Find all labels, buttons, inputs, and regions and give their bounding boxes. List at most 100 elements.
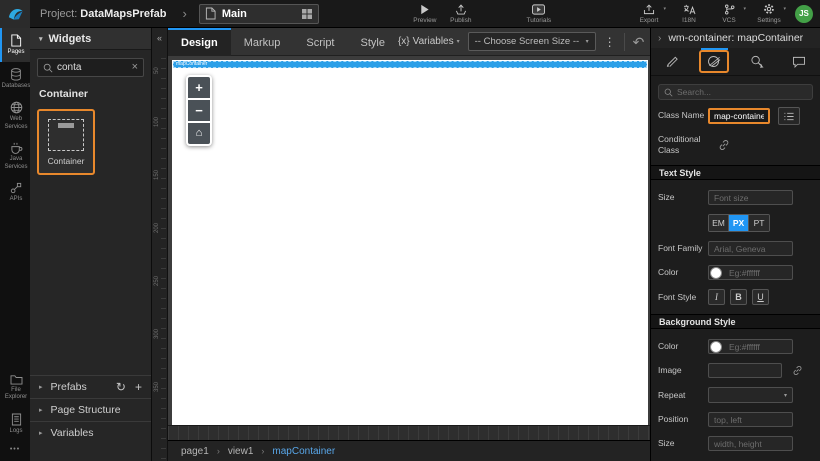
sidebar-item-web-services[interactable]: Web Services xyxy=(0,95,30,136)
tab-markup[interactable]: Markup xyxy=(231,28,294,56)
unit-px[interactable]: PX xyxy=(729,215,749,231)
bg-color-swatch[interactable] xyxy=(710,341,722,353)
top-bar: Project:DataMapsPrefab › Main Preview Pu… xyxy=(0,0,820,28)
bold-button[interactable]: B xyxy=(730,289,747,305)
class-list-button[interactable] xyxy=(778,107,800,125)
property-search[interactable] xyxy=(658,84,813,100)
tab-design[interactable]: Design xyxy=(168,28,231,56)
section-variables[interactable]: ▸ Variables xyxy=(30,421,151,444)
preview-button[interactable]: Preview xyxy=(407,0,443,28)
tab-style[interactable]: Style xyxy=(348,28,398,56)
widget-group-title: Container xyxy=(39,88,151,100)
tab-events[interactable] xyxy=(778,48,820,76)
canvas-page[interactable]: mapContainer + − ⌂ xyxy=(172,60,648,425)
bg-repeat-select[interactable]: ▾ xyxy=(708,387,793,403)
project-name: DataMapsPrefab xyxy=(80,8,166,20)
tab-styles[interactable] xyxy=(693,48,735,76)
checklist-icon xyxy=(783,111,795,122)
font-family-input[interactable] xyxy=(708,241,793,256)
font-unit-toggle: EM PX PT xyxy=(708,214,770,232)
project-prefix: Project: xyxy=(40,8,77,20)
page-selector[interactable]: Main xyxy=(199,4,319,24)
text-color-swatch[interactable] xyxy=(710,267,722,279)
sidebar-item-apis[interactable]: APIs xyxy=(0,176,30,209)
bind-link-icon[interactable] xyxy=(792,365,803,376)
bg-size-label: Size xyxy=(658,438,708,449)
class-name-input[interactable] xyxy=(708,108,770,124)
bind-link-icon[interactable] xyxy=(718,139,730,151)
chevron-right-icon: › xyxy=(217,446,220,456)
unit-pt[interactable]: PT xyxy=(749,215,769,231)
vcs-label: VCS xyxy=(722,17,735,24)
bg-position-label: Position xyxy=(658,414,708,425)
map-zoom-control: + − ⌂ xyxy=(186,75,212,146)
breadcrumb-view1[interactable]: view1 xyxy=(228,446,254,457)
tab-inspect[interactable] xyxy=(736,48,778,76)
bg-position-input[interactable] xyxy=(708,412,793,427)
underline-button[interactable]: U xyxy=(752,289,769,305)
kebab-menu-icon[interactable]: ⋮ xyxy=(604,35,616,49)
breadcrumb-mapcontainer[interactable]: mapContainer xyxy=(272,446,335,457)
breadcrumb-page1[interactable]: page1 xyxy=(181,446,209,457)
grid-icon[interactable] xyxy=(301,8,313,20)
widgets-panel-header[interactable]: ▾ Widgets xyxy=(30,28,151,50)
widget-search[interactable]: × xyxy=(37,58,144,77)
vcs-button[interactable]: VCS ▾ xyxy=(711,0,747,28)
clear-search-icon[interactable]: × xyxy=(132,62,138,73)
variables-button[interactable]: {x} Variables ▾ xyxy=(398,36,460,47)
conditional-class-row: Conditional Class xyxy=(658,134,813,156)
property-search-input[interactable] xyxy=(677,87,807,97)
video-icon xyxy=(532,4,545,15)
chevron-right-icon: › xyxy=(261,446,264,456)
publish-label: Publish xyxy=(450,17,471,24)
zoom-in-button[interactable]: + xyxy=(188,77,210,98)
sidebar-item-file-explorer[interactable]: File Explorer xyxy=(0,368,30,407)
collapse-inspector-icon[interactable]: › xyxy=(658,33,661,44)
italic-button[interactable]: I xyxy=(708,289,725,305)
container-widget-tile[interactable]: Container xyxy=(37,109,95,175)
wavemaker-logo[interactable] xyxy=(0,0,30,28)
section-label: Page Structure xyxy=(51,404,121,416)
chevron-down-icon: ▾ xyxy=(783,6,786,12)
publish-icon xyxy=(455,4,467,15)
inspector-header: › wm-container: mapContainer xyxy=(651,28,820,48)
database-icon xyxy=(10,68,22,81)
export-button[interactable]: Export ▾ xyxy=(631,0,667,28)
variables-label: Variables xyxy=(413,36,454,47)
refresh-icon[interactable]: ↻ xyxy=(116,381,126,393)
add-prefab-icon[interactable]: + xyxy=(135,381,142,393)
sidebar-item-pages[interactable]: Pages xyxy=(0,28,30,62)
screen-size-select[interactable]: -- Choose Screen Size -- ▾ xyxy=(468,32,596,51)
selected-container-highlight[interactable]: mapContainer xyxy=(173,61,647,68)
bg-image-input[interactable] xyxy=(708,363,782,378)
tutorials-button[interactable]: Tutorials xyxy=(521,0,557,28)
tab-properties[interactable] xyxy=(651,48,693,76)
section-page-structure[interactable]: ▸ Page Structure xyxy=(30,398,151,421)
i18n-button[interactable]: I18N xyxy=(671,0,707,28)
sidebar-item-logs[interactable]: Logs xyxy=(0,407,30,441)
user-avatar[interactable]: JS xyxy=(795,5,813,23)
font-size-input[interactable] xyxy=(708,190,793,205)
section-prefabs[interactable]: ▸ Prefabs ↻ + xyxy=(30,375,151,398)
more-options-icon[interactable]: ••• xyxy=(0,440,30,461)
widgets-panel-title: Widgets xyxy=(49,33,92,45)
bg-size-input[interactable] xyxy=(708,436,793,451)
unit-em[interactable]: EM xyxy=(709,215,729,231)
undo-icon[interactable]: ↶ xyxy=(633,35,645,49)
bg-position-row: Position xyxy=(658,412,813,427)
tab-script[interactable]: Script xyxy=(293,28,347,56)
sidebar-item-databases[interactable]: Databases xyxy=(0,62,30,96)
widget-search-input[interactable] xyxy=(57,62,128,73)
horizontal-ruler xyxy=(168,425,650,440)
zoom-out-button[interactable]: − xyxy=(188,100,210,121)
settings-button[interactable]: Settings ▾ xyxy=(751,0,787,28)
collapse-panel-icon[interactable]: « xyxy=(152,33,167,43)
sidebar-item-label: Web Services xyxy=(2,116,30,131)
sidebar-item-label: Databases xyxy=(2,83,31,91)
sidebar-item-label: Java Services xyxy=(2,156,30,171)
home-button[interactable]: ⌂ xyxy=(188,123,210,144)
design-canvas-area: mapContainer + − ⌂ xyxy=(168,56,650,425)
globe-icon xyxy=(10,101,23,114)
publish-button[interactable]: Publish xyxy=(443,0,479,28)
sidebar-item-java-services[interactable]: Java Services xyxy=(0,136,30,176)
